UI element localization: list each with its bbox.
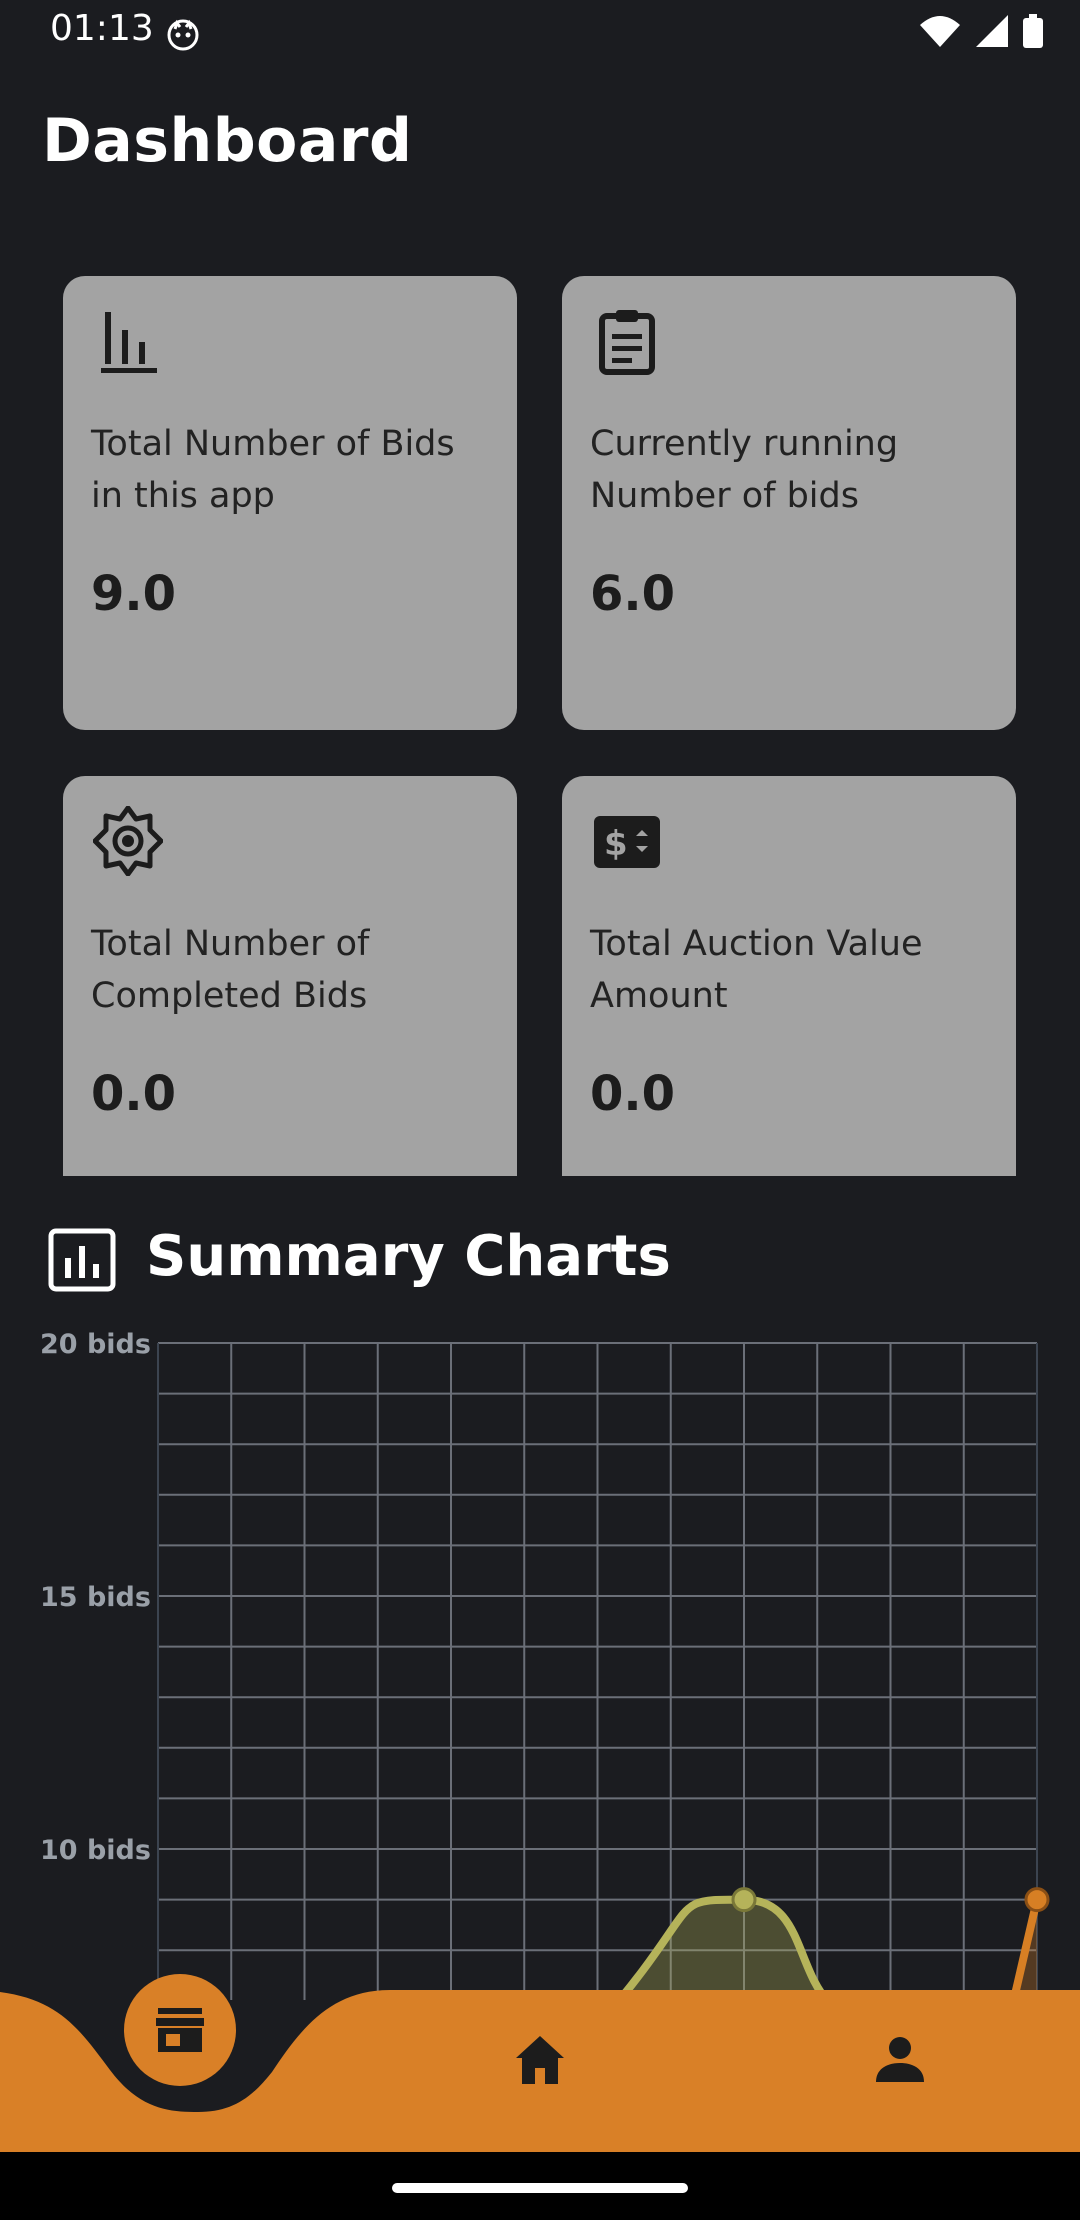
analytics-icon <box>48 1228 116 1292</box>
clipboard-icon <box>599 310 655 375</box>
svg-text:$: $ <box>604 824 628 864</box>
brightness-gear-icon <box>93 806 163 876</box>
store-icon <box>156 2008 204 2052</box>
card-value: 0.0 <box>590 1066 676 1122</box>
gesture-handle[interactable] <box>392 2183 688 2193</box>
stat-card-auction-value[interactable]: $ Total Auction Value Amount 0.0 <box>562 776 1016 1176</box>
card-value: 0.0 <box>91 1066 177 1122</box>
card-value: 9.0 <box>91 566 177 622</box>
card-label: Total Auction Value Amount <box>590 924 923 1016</box>
status-time: 01:13 <box>50 8 154 49</box>
stat-card-completed-bids[interactable]: Total Number of Completed Bids 0.0 <box>63 776 517 1176</box>
page-title: Dashboard <box>42 106 413 176</box>
card-label: Total Number of Bids in this app <box>91 424 455 516</box>
wifi-icon <box>920 16 960 47</box>
data-point <box>1024 1887 1050 1913</box>
nav-item-profile[interactable] <box>868 2028 932 2092</box>
cat-icon <box>167 19 199 51</box>
nav-item-home[interactable] <box>508 2028 572 2092</box>
bar-chart-icon <box>101 312 157 373</box>
battery-icon <box>1023 14 1043 48</box>
card-value: 6.0 <box>590 566 676 622</box>
summary-title: Summary Charts <box>146 1224 671 1289</box>
person-icon <box>876 2037 924 2082</box>
home-icon <box>516 2036 564 2084</box>
stat-card-total-bids[interactable]: Total Number of Bids in this app 9.0 <box>63 276 517 730</box>
y-tick-label: 10 bids <box>40 1835 151 1866</box>
card-label: Total Number of Completed Bids <box>91 924 370 1016</box>
dollar-sign-icon: $ <box>594 816 660 868</box>
y-tick-label: 20 bids <box>40 1329 151 1360</box>
nav-item-store[interactable] <box>124 1974 236 2086</box>
y-tick-label: 15 bids <box>40 1582 151 1613</box>
data-point <box>731 1887 757 1913</box>
card-label: Currently running Number of bids <box>590 424 899 516</box>
stat-card-running-bids[interactable]: Currently running Number of bids 6.0 <box>562 276 1016 730</box>
status-bar: 01:13 <box>0 0 1080 66</box>
summary-line-chart: 20 bids 15 bids 10 bids <box>40 1329 1050 2020</box>
signal-icon <box>976 15 1008 47</box>
